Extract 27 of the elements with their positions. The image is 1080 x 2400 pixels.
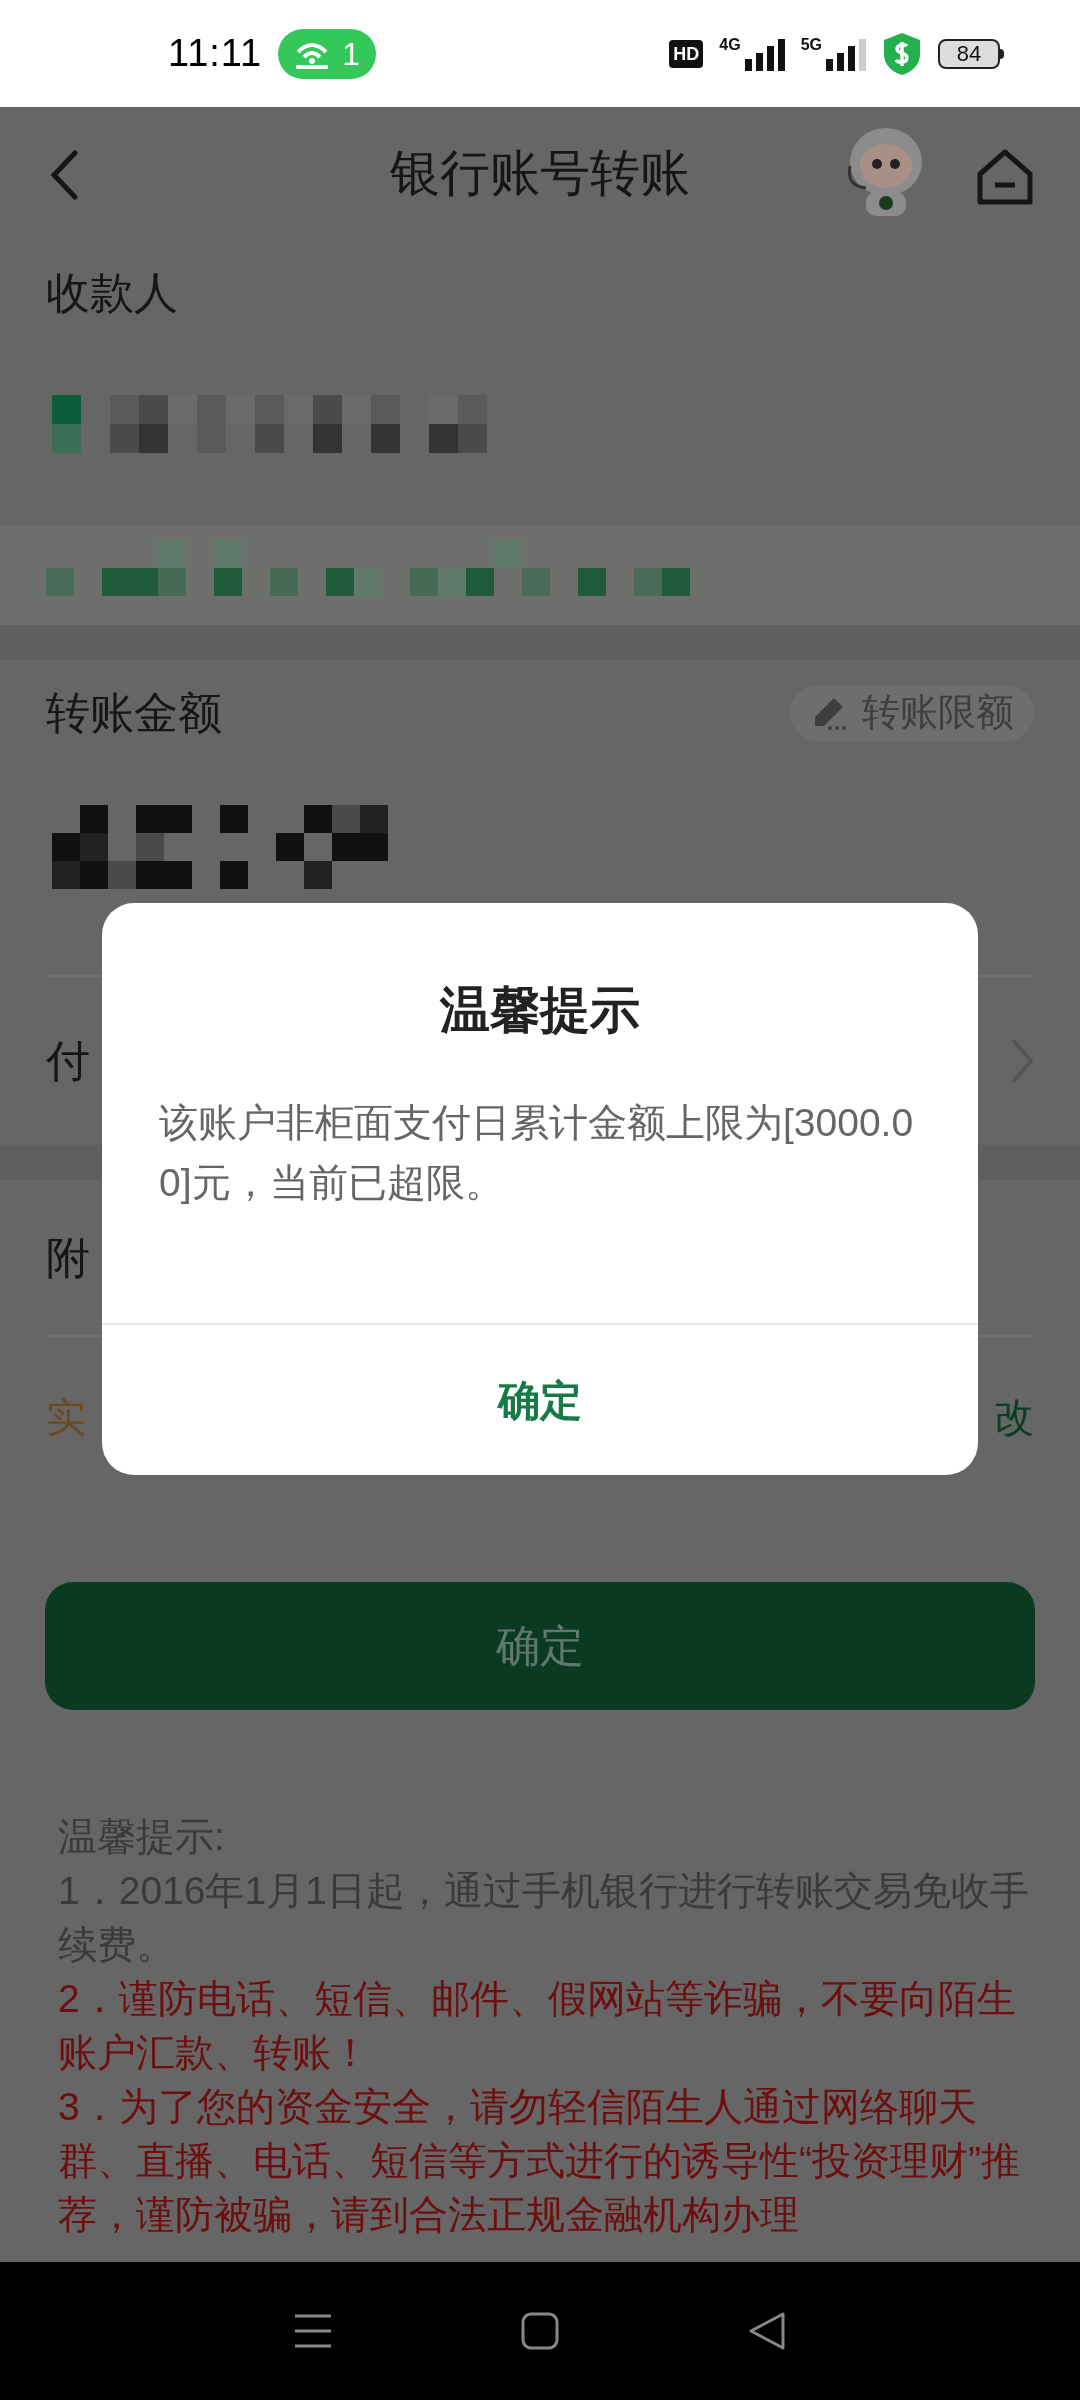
dialog-confirm-button[interactable]: 确定 <box>102 1325 978 1475</box>
dialog-title: 温馨提示 <box>438 981 641 1040</box>
confirm-button[interactable]: 确定 <box>45 1582 1035 1710</box>
row-label: 实 <box>46 1394 86 1441</box>
row-label: 付 <box>46 1035 90 1087</box>
home-button-icon[interactable] <box>521 2312 559 2350</box>
network-label: 4G <box>719 36 741 53</box>
hotspot-count: 1 <box>342 34 360 74</box>
row-label: 附 <box>46 1231 90 1284</box>
dialog-message: 该账户非柜面支付日累计金额上限为[3000.00]元，当前已超限。 <box>158 1100 915 1206</box>
back-icon <box>50 150 78 200</box>
page-title: 银行账号转账 <box>390 144 690 203</box>
signal-icon <box>826 36 866 71</box>
tip-text: 3．为了您的资金安全，请勿轻信陌生人通过网络聊天群、直播、电话、短信等方式进行的诱导性“投资理财”推荐，谨防被骗，请到合法正规金融机构办理 <box>58 2084 1021 2238</box>
back-button-icon[interactable] <box>747 2312 786 2350</box>
tip-text: 2．谨防电话、短信、邮件、假网站等诈骗，不要向陌生账户汇款、转账！ <box>58 1976 1017 2076</box>
section-label: 收款人 <box>46 266 178 319</box>
section-label: 转账金额 <box>46 686 222 739</box>
menu-icon[interactable] <box>294 2313 333 2349</box>
status-time: 11:11 <box>168 31 263 76</box>
battery-level: 84 <box>956 42 982 65</box>
network-label: 5G <box>800 36 822 53</box>
home-icon[interactable] <box>975 147 1035 207</box>
signal-icon <box>744 36 785 71</box>
hd-badge: HD <box>669 39 704 68</box>
modify-link[interactable]: 改 <box>994 1387 1034 1447</box>
shield-icon <box>882 31 922 76</box>
